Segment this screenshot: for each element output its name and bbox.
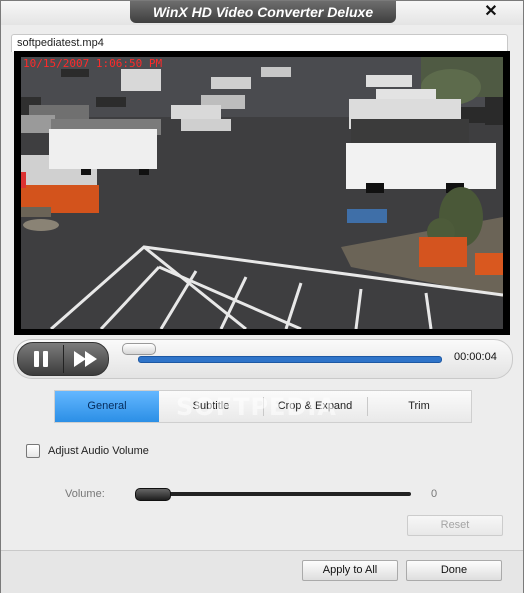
video-preview: 10/15/2007 1:06:50 PM — [14, 51, 510, 335]
volume-slider-track[interactable] — [135, 492, 411, 496]
file-name-tab: softpediatest.mp4 — [11, 34, 508, 52]
pause-button[interactable] — [18, 343, 63, 375]
parking-lot-scene — [21, 57, 503, 329]
title-bar[interactable]: WinX HD Video Converter Deluxe ✕ — [1, 1, 523, 25]
tab-general[interactable]: General — [55, 391, 159, 422]
adjust-audio-checkbox[interactable] — [26, 444, 40, 458]
volume-label: Volume: — [65, 488, 105, 500]
reset-button[interactable]: Reset — [407, 515, 503, 536]
settings-window: WinX HD Video Converter Deluxe ✕ softped… — [0, 0, 524, 593]
video-timestamp-overlay: 10/15/2007 1:06:50 PM — [23, 57, 163, 70]
fast-forward-icon — [74, 351, 97, 367]
seek-track[interactable] — [138, 356, 442, 363]
volume-value: 0 — [431, 488, 438, 500]
video-frame-image: 10/15/2007 1:06:50 PM — [21, 57, 503, 329]
volume-slider-thumb[interactable] — [135, 488, 171, 501]
apply-to-all-button[interactable]: Apply to All — [302, 560, 398, 581]
window-title: WinX HD Video Converter Deluxe — [130, 1, 396, 23]
elapsed-time: 00:00:04 — [454, 351, 497, 363]
fast-forward-button[interactable] — [64, 343, 108, 375]
playback-button-group — [17, 342, 109, 376]
seek-thumb[interactable] — [122, 343, 156, 355]
done-button[interactable]: Done — [406, 560, 502, 581]
softpedia-watermark: SOFTPEDIA — [176, 393, 337, 421]
close-icon[interactable]: ✕ — [481, 3, 501, 21]
adjust-audio-label[interactable]: Adjust Audio Volume — [48, 445, 149, 457]
tab-trim[interactable]: Trim — [367, 391, 471, 422]
playback-controls: 00:00:04 — [13, 339, 513, 379]
dialog-footer: Apply to All Done — [1, 550, 523, 593]
